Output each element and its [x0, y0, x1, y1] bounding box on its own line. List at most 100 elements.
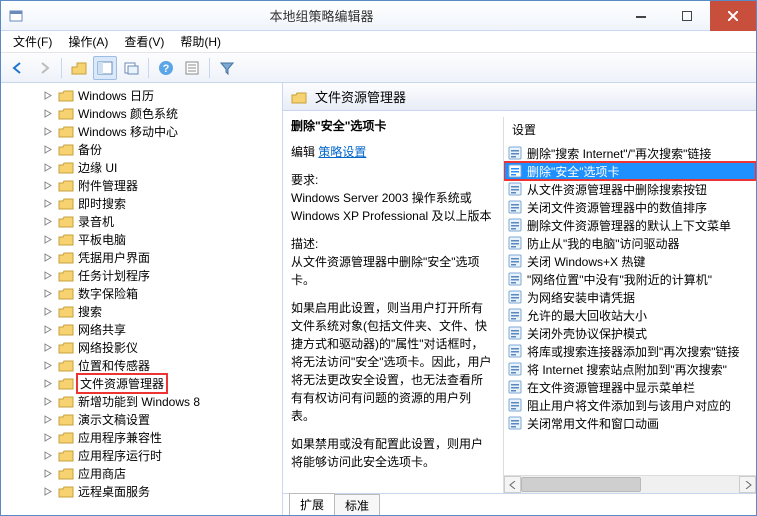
tree-item[interactable]: 平板电脑	[3, 230, 282, 248]
tree-item[interactable]: 新增功能到 Windows 8	[3, 392, 282, 410]
setting-item[interactable]: 关闭外壳协议保护模式	[504, 324, 756, 342]
setting-item[interactable]: 防止从"我的电脑"访问驱动器	[504, 234, 756, 252]
folder-icon	[58, 232, 74, 246]
close-button[interactable]	[710, 1, 756, 31]
properties-button[interactable]	[180, 56, 204, 80]
expand-icon[interactable]	[43, 180, 54, 191]
setting-item[interactable]: 从文件资源管理器中删除搜索按钮	[504, 180, 756, 198]
tab-standard[interactable]: 标准	[334, 494, 380, 515]
expand-icon[interactable]	[43, 378, 54, 389]
policy-icon	[508, 290, 522, 304]
scroll-thumb[interactable]	[521, 477, 641, 492]
setting-item[interactable]: 将库或搜索连接器添加到"再次搜索"链接	[504, 342, 756, 360]
help-button[interactable]: ?	[154, 56, 178, 80]
scroll-right-button[interactable]	[739, 476, 756, 493]
menu-help[interactable]: 帮助(H)	[172, 31, 229, 52]
back-button[interactable]	[6, 56, 30, 80]
setting-item[interactable]: 阻止用户将文件添加到与该用户对应的	[504, 396, 756, 414]
tree-item[interactable]: 应用商店	[3, 464, 282, 482]
tree-item-label: 边缘 UI	[78, 159, 117, 176]
expand-icon[interactable]	[43, 270, 54, 281]
expand-icon[interactable]	[43, 396, 54, 407]
tree-item[interactable]: 演示文稿设置	[3, 410, 282, 428]
menu-action[interactable]: 操作(A)	[60, 31, 116, 52]
tree-item[interactable]: 应用程序兼容性	[3, 428, 282, 446]
setting-item[interactable]: 删除"搜索 Internet"/"再次搜索"链接	[504, 144, 756, 162]
setting-item[interactable]: "网络位置"中没有"我附近的计算机"	[504, 270, 756, 288]
setting-item[interactable]: 在文件资源管理器中显示菜单栏	[504, 378, 756, 396]
details-title: 文件资源管理器	[315, 87, 406, 106]
maximize-button[interactable]	[664, 1, 710, 31]
expand-icon[interactable]	[43, 450, 54, 461]
expand-icon[interactable]	[43, 414, 54, 425]
show-tree-button[interactable]	[93, 56, 117, 80]
setting-item[interactable]: 关闭文件资源管理器中的数值排序	[504, 198, 756, 216]
tree-item[interactable]: 备份	[3, 140, 282, 158]
policy-icon	[508, 236, 522, 250]
tree-item[interactable]: 搜索	[3, 302, 282, 320]
expand-icon[interactable]	[43, 360, 54, 371]
expand-icon[interactable]	[43, 234, 54, 245]
scroll-left-button[interactable]	[504, 476, 521, 493]
policy-icon	[508, 164, 522, 178]
expand-icon[interactable]	[43, 324, 54, 335]
tree-item[interactable]: 凭据用户界面	[3, 248, 282, 266]
setting-item[interactable]: 允许的最大回收站大小	[504, 306, 756, 324]
tree-item[interactable]: 远程桌面服务	[3, 482, 282, 500]
settings-list[interactable]: 删除"搜索 Internet"/"再次搜索"链接删除"安全"选项卡从文件资源管理…	[504, 144, 756, 475]
forward-button[interactable]	[32, 56, 56, 80]
filter-button[interactable]	[215, 56, 239, 80]
tree-item[interactable]: Windows 日历	[3, 86, 282, 104]
minimize-button[interactable]	[618, 1, 664, 31]
tree-item[interactable]: 任务计划程序	[3, 266, 282, 284]
expand-icon[interactable]	[43, 432, 54, 443]
tree-item[interactable]: 网络投影仪	[3, 338, 282, 356]
expand-icon[interactable]	[43, 90, 54, 101]
tree-item[interactable]: 边缘 UI	[3, 158, 282, 176]
menu-file[interactable]: 文件(F)	[5, 31, 60, 52]
tree-item[interactable]: 位置和传感器	[3, 356, 282, 374]
edit-policy-link[interactable]: 策略设置	[318, 145, 366, 159]
up-button[interactable]	[67, 56, 91, 80]
expand-icon[interactable]	[43, 144, 54, 155]
tree-item[interactable]: 录音机	[3, 212, 282, 230]
tree-item[interactable]: Windows 颜色系统	[3, 104, 282, 122]
setting-item-label: 将 Internet 搜索站点附加到"再次搜索"	[527, 361, 727, 378]
policy-icon	[508, 416, 522, 430]
tree-pane[interactable]: Windows 日历Windows 颜色系统Windows 移动中心备份边缘 U…	[1, 83, 283, 515]
policy-icon	[508, 398, 522, 412]
expand-icon[interactable]	[43, 162, 54, 173]
setting-item[interactable]: 删除"安全"选项卡	[504, 162, 756, 180]
setting-item[interactable]: 为网络安装申请凭据	[504, 288, 756, 306]
setting-item[interactable]: 关闭常用文件和窗口动画	[504, 414, 756, 432]
setting-item[interactable]: 删除文件资源管理器的默认上下文菜单	[504, 216, 756, 234]
expand-icon[interactable]	[43, 198, 54, 209]
expand-icon[interactable]	[43, 252, 54, 263]
tree-item[interactable]: 文件资源管理器	[3, 374, 282, 392]
expand-icon[interactable]	[43, 306, 54, 317]
folder-icon	[58, 358, 74, 372]
expand-icon[interactable]	[43, 342, 54, 353]
tree-item[interactable]: 应用程序运行时	[3, 446, 282, 464]
settings-column-header[interactable]: 设置	[504, 117, 756, 144]
expand-icon[interactable]	[43, 486, 54, 497]
tree-item[interactable]: 附件管理器	[3, 176, 282, 194]
setting-item-label: 关闭 Windows+X 热键	[527, 253, 645, 270]
tree-item[interactable]: 数字保险箱	[3, 284, 282, 302]
export-button[interactable]	[119, 56, 143, 80]
horizontal-scrollbar[interactable]	[504, 475, 756, 493]
expand-icon[interactable]	[43, 288, 54, 299]
menu-view[interactable]: 查看(V)	[116, 31, 172, 52]
tree-item[interactable]: 即时搜索	[3, 194, 282, 212]
tree-item[interactable]: Windows 移动中心	[3, 122, 282, 140]
expand-icon[interactable]	[43, 468, 54, 479]
setting-item[interactable]: 关闭 Windows+X 热键	[504, 252, 756, 270]
tree-item[interactable]: 网络共享	[3, 320, 282, 338]
expand-icon[interactable]	[43, 108, 54, 119]
tab-extended[interactable]: 扩展	[289, 493, 335, 515]
setting-item[interactable]: 将 Internet 搜索站点附加到"再次搜索"	[504, 360, 756, 378]
expand-icon[interactable]	[43, 126, 54, 137]
expand-icon[interactable]	[43, 216, 54, 227]
toolbar: ?	[1, 53, 756, 83]
policy-icon	[508, 200, 522, 214]
